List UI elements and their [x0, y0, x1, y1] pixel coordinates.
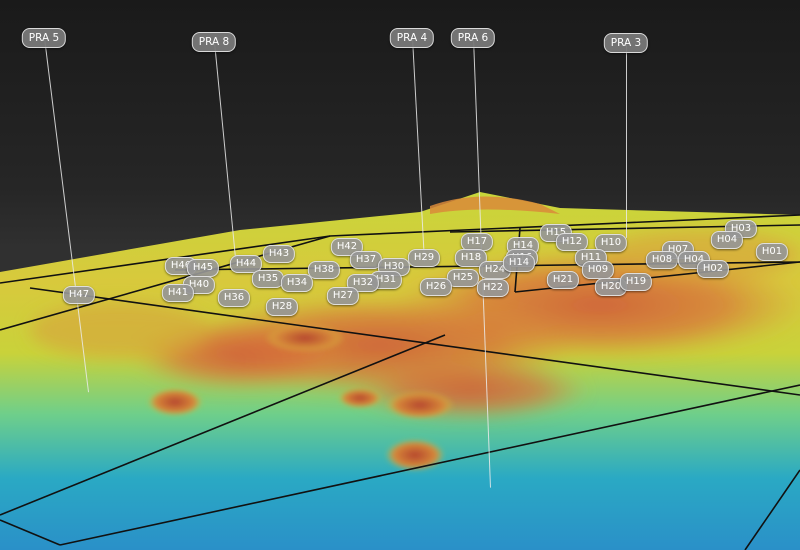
- hole-marker-label[interactable]: H28: [265, 298, 299, 316]
- hole-marker-label[interactable]: H09: [581, 261, 615, 279]
- hole-marker-label[interactable]: H04: [710, 231, 744, 249]
- hole-marker-label[interactable]: H14: [502, 254, 536, 272]
- hole-marker-label[interactable]: H26: [419, 278, 453, 296]
- hole-marker-label[interactable]: H01: [755, 243, 789, 261]
- terrain-3d-viewport[interactable]: PRA 5 PRA 8 PRA 4 PRA 6 PRA 3 H03 H01 H04 H07 H08…: [0, 0, 800, 550]
- hole-marker-label[interactable]: H45: [186, 259, 220, 277]
- hole-marker-label[interactable]: H41: [161, 284, 195, 302]
- pra-pin-line: [626, 43, 627, 238]
- hole-marker-label[interactable]: H47: [62, 286, 96, 304]
- hole-marker-label[interactable]: H08: [645, 251, 679, 269]
- hole-marker-label[interactable]: H02: [696, 260, 730, 278]
- pra-marker-label[interactable]: PRA 5: [21, 28, 67, 48]
- hole-marker-label[interactable]: H19: [619, 273, 653, 291]
- hole-marker-label[interactable]: H35: [251, 270, 285, 288]
- pra-marker-label[interactable]: PRA 4: [389, 28, 435, 48]
- hole-marker-label[interactable]: H36: [217, 289, 251, 307]
- pra-marker-label[interactable]: PRA 6: [450, 28, 496, 48]
- hole-marker-label[interactable]: H38: [307, 261, 341, 279]
- hole-marker-label[interactable]: H22: [476, 279, 510, 297]
- hole-marker-label[interactable]: H43: [262, 245, 296, 263]
- pra-marker-label[interactable]: PRA 8: [191, 32, 237, 52]
- hole-marker-label[interactable]: H21: [546, 271, 580, 289]
- hole-marker-label[interactable]: H27: [326, 287, 360, 305]
- pra-marker-label[interactable]: PRA 3: [603, 33, 649, 53]
- hole-marker-label[interactable]: H34: [280, 274, 314, 292]
- hole-marker-label[interactable]: H29: [407, 249, 441, 267]
